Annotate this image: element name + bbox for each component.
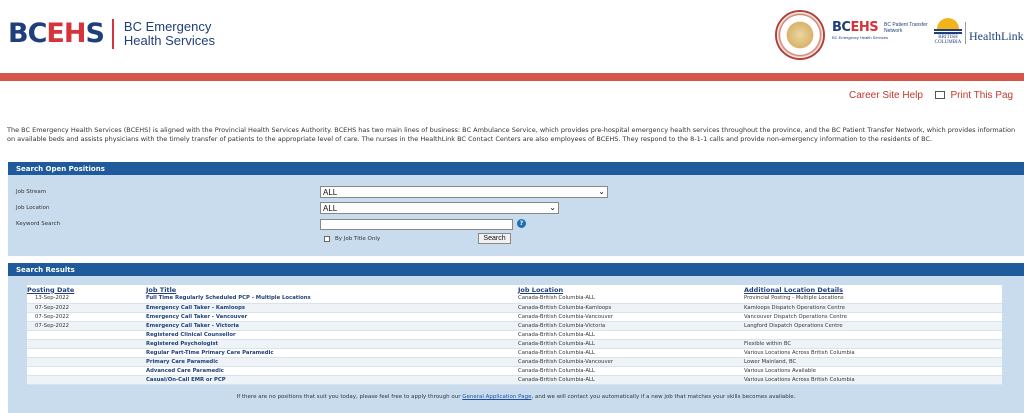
table-row[interactable]: 07-Sep-2022 Emergency Call Taker - Kamloo… xyxy=(27,303,1002,313)
table-header-row: Posting Date Job Title Job Location Addi… xyxy=(27,285,1002,294)
posting-date-cell xyxy=(27,366,146,377)
location-details-cell: Vancouver Dispatch Operations Centre xyxy=(744,312,1002,322)
logo-divider xyxy=(111,18,114,49)
location-details-cell: Various Locations Across British Columbi… xyxy=(744,348,1002,359)
location-details-cell: Flexible within BC xyxy=(744,339,1002,350)
job-location-select[interactable]: ALL ⌄ xyxy=(320,202,559,214)
column-header-posting-date[interactable]: Posting Date xyxy=(27,285,146,294)
top-links: Career Site Help Print This Pag xyxy=(849,90,1013,101)
location-details-cell xyxy=(744,330,1002,340)
title-only-checkbox[interactable] xyxy=(324,236,330,242)
job-title-link[interactable]: Registered Clinical Counsellor xyxy=(146,330,518,340)
keyword-search-label: Keyword Search xyxy=(16,221,61,227)
job-location-cell: Canada-British Columbia-ALL xyxy=(518,375,744,386)
job-title-link[interactable]: Regular Part-Time Primary Care Paramedic xyxy=(146,348,518,359)
table-row[interactable]: Registered Psychologist Canada-British Co… xyxy=(27,339,1002,350)
job-location-cell: Canada-British Columbia-Kamloops xyxy=(518,303,744,313)
location-details-cell: Various Locations Across British Columbi… xyxy=(744,375,1002,386)
posting-date-cell: 07-Sep-2022 xyxy=(27,312,146,322)
search-button[interactable]: Search xyxy=(478,233,511,244)
job-title-link[interactable]: Advanced Care Paramedic xyxy=(146,366,518,377)
results-panel: Posting Date Job Title Job Location Addi… xyxy=(8,276,1024,413)
job-location-cell: Canada-British Columbia-ALL xyxy=(518,339,744,350)
header-accent-bar xyxy=(0,73,1024,81)
job-title-link[interactable]: Emergency Call Taker - Vancouver xyxy=(146,312,518,322)
job-location-cell: Canada-British Columbia-Vancouver xyxy=(518,312,744,322)
job-location-cell: Canada-British Columbia-ALL xyxy=(518,294,744,304)
job-title-link[interactable]: Casual/On-Call EMR or PCP xyxy=(146,375,518,386)
site-header: BCEHS BC Emergency Health Services BCEHS… xyxy=(0,0,1024,72)
title-only-label: By Job Title Only xyxy=(335,236,381,242)
table-row[interactable]: Advanced Care Paramedic Canada-British Co… xyxy=(27,366,1002,377)
job-title-link[interactable]: Emergency Call Taker - Victoria xyxy=(146,321,518,331)
keyword-search-input[interactable] xyxy=(320,219,513,230)
posting-date-cell: 07-Sep-2022 xyxy=(27,321,146,331)
printer-icon[interactable] xyxy=(934,91,945,99)
job-title-link[interactable]: Emergency Call Taker - Kamloops xyxy=(146,303,518,313)
posting-date-cell: 07-Sep-2022 xyxy=(27,303,146,313)
chevron-down-icon: ⌄ xyxy=(549,203,556,212)
ambulance-service-crest-icon xyxy=(775,10,825,60)
bcehs-logo[interactable]: BCEHS BC Emergency Health Services xyxy=(8,18,215,49)
logo-org-name: BC Emergency Health Services xyxy=(123,18,215,48)
posting-date-cell xyxy=(27,357,146,368)
job-stream-label: Job Stream xyxy=(16,189,47,195)
results-panel-heading: Search Results xyxy=(8,263,1024,276)
patient-transfer-network-logo: BCEHS BC Patient Transfer Network BC Eme… xyxy=(832,20,928,40)
intro-paragraph: The BC Emergency Health Services (BCEHS)… xyxy=(7,126,1016,143)
posting-date-cell xyxy=(27,330,146,340)
location-details-cell: Lower Mainland, BC xyxy=(744,357,1002,368)
posting-date-cell xyxy=(27,348,146,359)
job-location-label: Job Location xyxy=(16,205,50,211)
job-location-cell: Canada-British Columbia-Vancouver xyxy=(518,357,744,368)
search-panel: Job Stream ALL ⌄ Job Location ALL ⌄ Keyw… xyxy=(8,175,1024,256)
job-title-link[interactable]: Full Time Regularly Scheduled PCP - Mult… xyxy=(146,294,518,304)
posting-date-cell xyxy=(27,339,146,350)
location-details-cell: Various Locations Available xyxy=(744,366,1002,377)
location-details-cell: Kamloops Dispatch Operations Centre xyxy=(744,303,1002,313)
table-row[interactable]: 13-Sep-2022 Full Time Regularly Scheduled… xyxy=(27,294,1002,304)
search-panel-heading: Search Open Positions xyxy=(8,162,1024,175)
job-stream-select[interactable]: ALL ⌄ xyxy=(320,186,608,198)
career-site-help-link[interactable]: Career Site Help xyxy=(849,90,923,101)
table-row[interactable]: 07-Sep-2022 Emergency Call Taker - Vancou… xyxy=(27,312,1002,322)
job-title-link[interactable]: Registered Psychologist xyxy=(146,339,518,350)
job-location-cell: Canada-British Columbia-ALL xyxy=(518,348,744,359)
job-location-cell: Canada-British Columbia-ALL xyxy=(518,366,744,377)
help-icon[interactable]: ? xyxy=(517,219,526,228)
job-location-cell: Canada-British Columbia-ALL xyxy=(518,330,744,340)
sun-icon xyxy=(937,18,959,29)
chevron-down-icon: ⌄ xyxy=(598,187,605,196)
location-details-cell: Provincial Posting - Multiple Locations xyxy=(744,294,1002,304)
table-row[interactable]: Casual/On-Call EMR or PCP Canada-British … xyxy=(27,375,1002,386)
posting-date-cell xyxy=(27,375,146,386)
location-details-cell: Langford Dispatch Operations Centre xyxy=(744,321,1002,331)
table-row[interactable]: Registered Clinical Counsellor Canada-Bri… xyxy=(27,330,1002,340)
posting-date-cell: 13-Sep-2022 xyxy=(27,294,146,304)
results-table: Posting Date Job Title Job Location Addi… xyxy=(27,285,1002,386)
logo-divider xyxy=(965,22,966,44)
table-row[interactable]: Primary Care Paramedic Canada-British Col… xyxy=(27,357,1002,368)
bc-government-logo: BRITISH COLUMBIA xyxy=(934,18,962,45)
column-header-location-details[interactable]: Additional Location Details xyxy=(744,285,1002,294)
column-header-job-title[interactable]: Job Title xyxy=(146,285,518,294)
table-row[interactable]: 07-Sep-2022 Emergency Call Taker - Victor… xyxy=(27,321,1002,331)
general-application-note: If there are no positions that suit you … xyxy=(236,394,796,400)
job-location-cell: Canada-British Columbia-Victoria xyxy=(518,321,744,331)
job-title-link[interactable]: Primary Care Paramedic xyxy=(146,357,518,368)
column-header-job-location[interactable]: Job Location xyxy=(518,285,744,294)
healthlink-logo: HealthLink xyxy=(969,29,1024,43)
logo-mark: BCEHS xyxy=(8,18,105,49)
general-application-link[interactable]: General Application Page xyxy=(462,394,531,400)
table-row[interactable]: Regular Part-Time Primary Care Paramedic… xyxy=(27,348,1002,359)
print-page-link[interactable]: Print This Pag xyxy=(950,90,1013,101)
